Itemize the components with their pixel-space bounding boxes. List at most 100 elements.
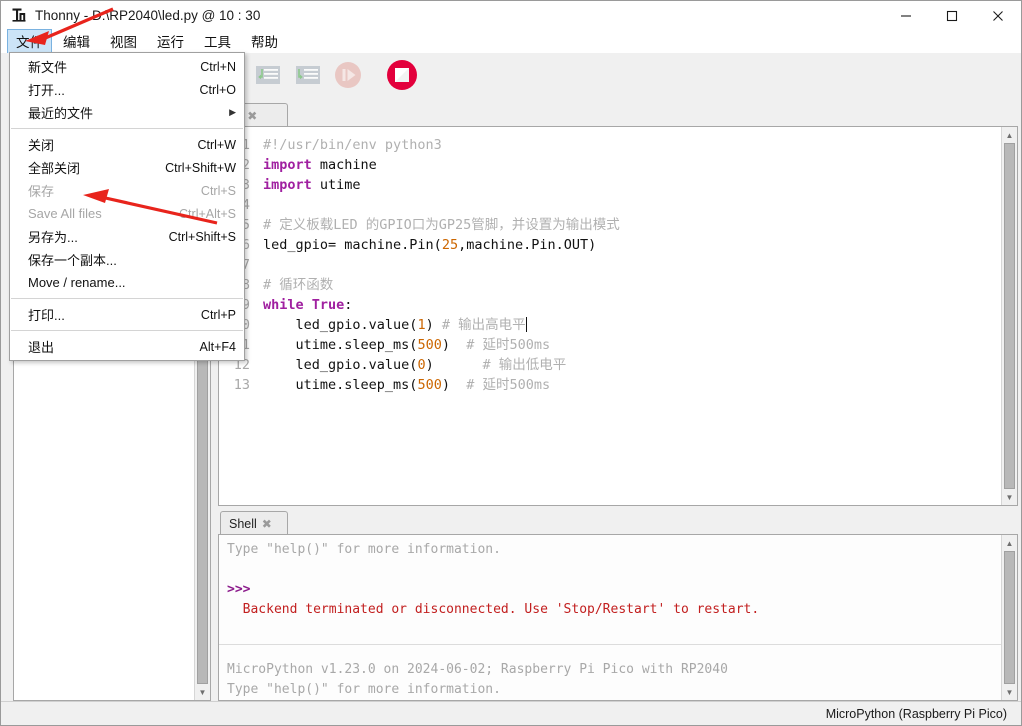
shell-line: MicroPython v1.23.0 on 2024-06-02; Raspb… [227,662,728,677]
menu-option-5[interactable]: 全部关闭 Ctrl+Shift+W [10,156,244,179]
menu-item-tools[interactable]: 工具 [195,29,240,54]
code-token: led_gpio.value( [263,317,418,333]
shell-line: Type "help()" for more information. [227,542,501,557]
menu-item-run[interactable]: 运行 [148,29,193,54]
menu-option-10[interactable]: Move / rename... [10,271,244,294]
code-line[interactable]: import utime [263,175,1001,195]
code-token: import [263,157,312,173]
indent-less-icon[interactable] [251,58,285,92]
code-token: 500 [417,377,442,393]
menu-option-8[interactable]: 另存为... Ctrl+Shift+S [10,225,244,248]
menu-item-help[interactable]: 帮助 [242,29,287,54]
stop-button-icon[interactable] [385,58,419,92]
code-token: 0 [417,357,426,373]
scroll-up-icon[interactable]: ▲ [1002,535,1017,551]
menu-option-label: 保存一个副本... [28,253,117,268]
code-line[interactable]: led_gpio.value(1) # 输出高电平 [263,315,1001,335]
menu-separator [11,330,243,331]
scroll-thumb[interactable] [1004,551,1015,684]
menu-separator [11,128,243,129]
shell-line: >>> [227,582,251,597]
thonny-logo-icon [9,6,29,26]
window-title: Thonny - D:\RP2040\led.py @ 10 : 30 [35,8,261,23]
shell-body[interactable]: Type "help()" for more information. >>> B… [218,534,1018,701]
minimize-icon[interactable] [883,1,929,30]
menu-option-label: 退出 [28,340,55,355]
menu-option-shortcut: Alt+F4 [199,339,236,354]
code-line[interactable]: # 循环函数 [263,275,1001,295]
scroll-down-icon[interactable]: ▼ [195,684,210,700]
editor-body[interactable]: 12345678910111213 #!/usr/bin/env python3… [218,126,1018,506]
menu-item-edit[interactable]: 编辑 [54,29,99,54]
code-line[interactable]: import machine [263,155,1001,175]
scroll-down-icon[interactable]: ▼ [1002,489,1017,505]
code-line[interactable]: while True: [263,295,1001,315]
scroll-track[interactable] [1002,551,1017,684]
menu-option-label: 另存为... [28,230,78,245]
menu-option-shortcut: Ctrl+Shift+W [165,160,236,175]
menu-option-11[interactable]: 打印... Ctrl+P [10,303,244,326]
menu-option-shortcut: Ctrl+S [200,183,236,198]
code-token: ) [425,357,483,373]
code-token: # 输出高电平 [441,317,526,333]
run-button-icon[interactable] [331,58,365,92]
code-line[interactable]: utime.sleep_ms(500) # 延时500ms [263,335,1001,355]
code-line[interactable]: utime.sleep_ms(500) # 延时500ms [263,375,1001,395]
shell-pane: Shell ✖ Type "help()" for more informati… [218,509,1018,701]
code-line[interactable]: led_gpio.value(0) # 输出低电平 [263,355,1001,375]
menu-option-2[interactable]: 打开... Ctrl+O [10,78,244,101]
menu-option-label: 打印... [28,308,65,323]
shell-scrollbar[interactable]: ▲ ▼ [1001,535,1017,700]
code-line[interactable]: # 定义板载LED 的GPIO口为GP25管脚，并设置为输出模式 [263,215,1001,235]
menu-option-12[interactable]: 退出 Alt+F4 [10,335,244,358]
menu-option-label: 关闭 [28,138,55,153]
code-token: ,machine.Pin.OUT) [458,237,597,253]
code-token: led_gpio.value( [263,357,418,373]
code-token: ) [425,317,442,333]
code-token: # 延时500ms [466,337,551,353]
code-line[interactable]: #!/usr/bin/env python3 [263,135,1001,155]
menu-option-shortcut: Ctrl+Shift+S [168,229,236,244]
scroll-up-icon[interactable]: ▲ [1002,127,1017,143]
interpreter-label[interactable]: MicroPython (Raspberry Pi Pico) [826,707,1007,721]
code-token: True [311,297,345,313]
menu-separator [11,298,243,299]
menu-option-shortcut: Ctrl+W [197,137,236,152]
code-line[interactable] [263,255,1001,275]
line-number: 13 [233,377,250,393]
maximize-icon[interactable] [929,1,975,30]
shell-output[interactable]: Type "help()" for more information. >>> B… [219,535,1009,700]
code-token: utime.sleep_ms( [263,377,418,393]
editor-tabstrip: py ✖ [218,101,1018,127]
code-token: import [263,177,312,193]
menu-item-view[interactable]: 视图 [101,29,146,54]
shell-tabstrip: Shell ✖ [218,509,1018,535]
scroll-track[interactable] [1002,143,1017,489]
menu-item-file[interactable]: 文件 [7,28,52,54]
menu-option-9[interactable]: 保存一个副本... [10,248,244,271]
menu-option-3[interactable]: 最近的文件 ▶ [10,101,244,124]
shell-tab[interactable]: Shell ✖ [220,511,288,535]
menu-option-1[interactable]: 新文件 Ctrl+N [10,55,244,78]
code-line[interactable] [263,195,1001,215]
close-icon[interactable]: ✖ [262,517,272,531]
menu-option-shortcut: Ctrl+Alt+S [179,206,236,221]
editor-scrollbar[interactable]: ▲ ▼ [1001,127,1017,505]
scroll-down-icon[interactable]: ▼ [1002,684,1017,700]
menu-option-label: Save All files [28,206,102,221]
editor-code[interactable]: #!/usr/bin/env python3 import machine impo… [257,127,1001,505]
scroll-thumb[interactable] [1004,143,1015,489]
code-token: 1 [417,317,426,333]
menu-option-4[interactable]: 关闭 Ctrl+W [10,133,244,156]
menu-option-label: 最近的文件 [28,106,94,121]
shell-line: Backend terminated or disconnected. Use … [227,602,760,617]
code-line[interactable]: led_gpio= machine.Pin(25,machine.Pin.OUT… [263,235,1001,255]
indent-more-icon[interactable] [291,58,325,92]
close-icon[interactable]: ✖ [247,109,257,123]
close-icon[interactable] [975,1,1021,30]
menu-bar: 文件 编辑 视图 运行 工具 帮助 [1,28,1021,54]
code-token: 500 [417,337,442,353]
